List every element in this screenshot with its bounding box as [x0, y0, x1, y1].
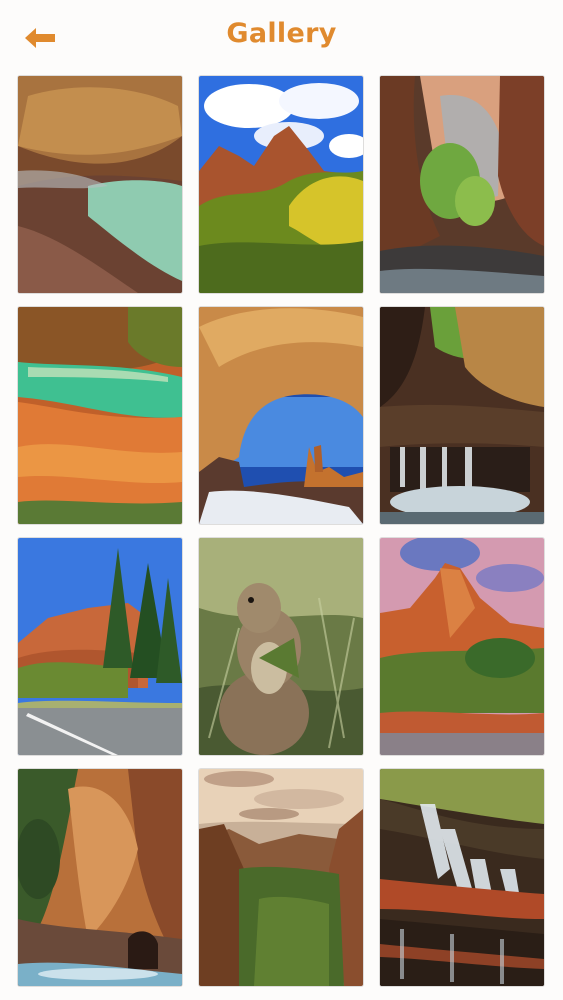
gallery-image-12[interactable]: [380, 769, 544, 986]
gallery-image-11[interactable]: [199, 769, 363, 986]
gallery-image-2[interactable]: [199, 76, 363, 293]
gallery-image-5[interactable]: [199, 307, 363, 524]
gallery-grid: [18, 76, 544, 986]
gallery-image-9[interactable]: [380, 538, 544, 755]
gallery-image-10[interactable]: [18, 769, 182, 986]
gallery-image-4[interactable]: [18, 307, 182, 524]
gallery-image-7[interactable]: [18, 538, 182, 755]
page-title: Gallery: [226, 18, 337, 49]
header-bar: Gallery: [0, 0, 563, 76]
gallery-image-6[interactable]: [380, 307, 544, 524]
gallery-image-8[interactable]: [199, 538, 363, 755]
gallery-image-1[interactable]: [18, 76, 182, 293]
gallery-image-3[interactable]: [380, 76, 544, 293]
